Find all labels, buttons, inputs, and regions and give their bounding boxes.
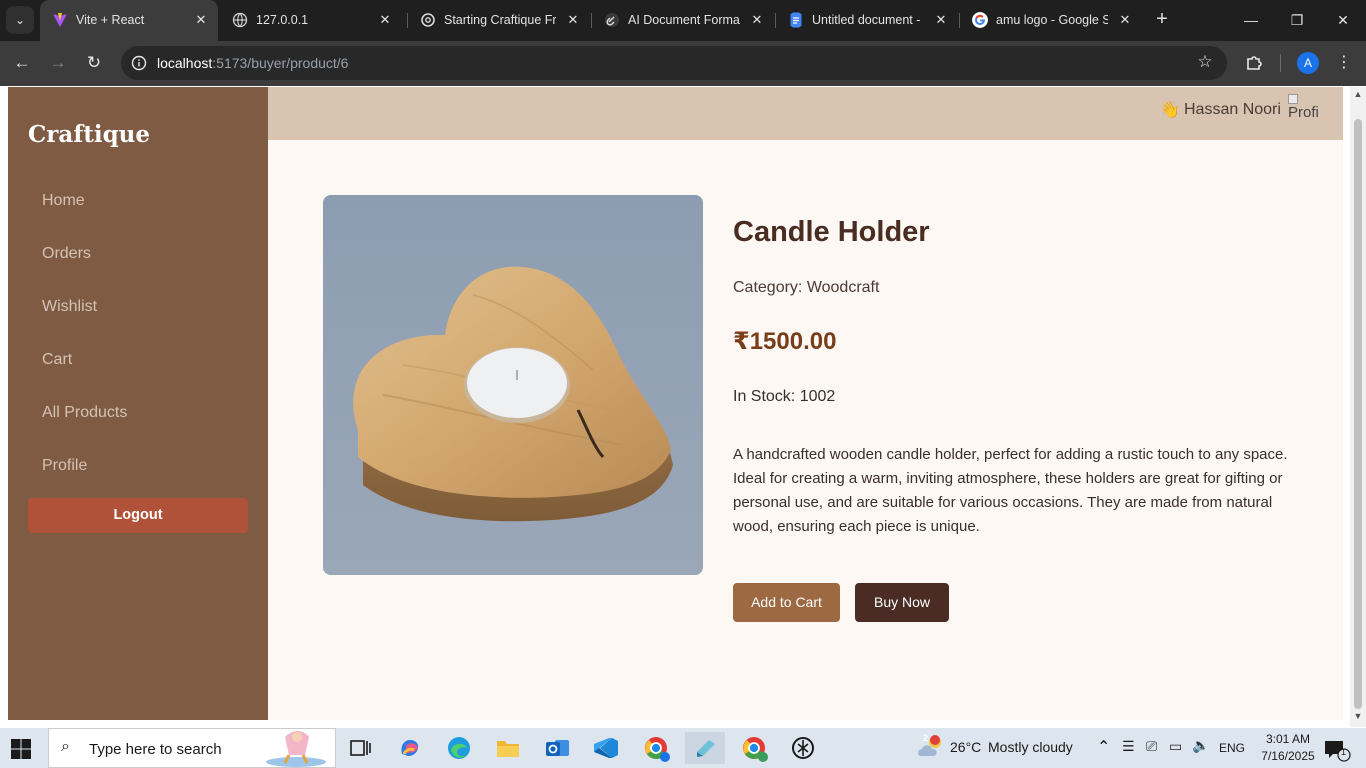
browser-tab-google-search[interactable]: amu logo - Google Se ✕	[960, 0, 1142, 41]
page-viewport: Craftique Home Orders Wishlist Cart All …	[8, 87, 1343, 720]
profile-avatar[interactable]: Profi	[1288, 93, 1328, 131]
volume-icon[interactable]: 🔈	[1192, 737, 1209, 754]
copilot-icon[interactable]	[390, 732, 430, 764]
file-explorer-icon[interactable]	[488, 732, 528, 764]
browser-profile-avatar[interactable]: A	[1297, 52, 1319, 74]
back-arrow-icon[interactable]: ←	[10, 51, 34, 75]
weather-badge: 2	[923, 733, 929, 743]
close-tab-icon[interactable]: ✕	[376, 11, 394, 29]
taskbar-search-placeholder: Type here to search	[89, 741, 222, 758]
browser-tab-strip: ⌄ Vite + React ✕ 127.0.0.1 ✕ Starting Cr…	[0, 0, 1366, 41]
tab-search-button[interactable]: ⌄	[6, 6, 34, 34]
scroll-up-arrow-icon[interactable]: ▲	[1350, 89, 1366, 103]
product-description: A handcrafted wooden candle holder, perf…	[733, 446, 1288, 535]
toolbar-divider	[1280, 54, 1281, 72]
search-icon: ⌕	[61, 738, 70, 755]
browser-tab-ai-document[interactable]: AI Document Formatt ✕	[592, 0, 774, 41]
search-highlight-doodle-icon	[266, 731, 326, 767]
notification-count: 1	[1341, 747, 1347, 757]
close-tab-icon[interactable]: ✕	[564, 11, 582, 29]
buy-now-button[interactable]: Buy Now	[855, 583, 949, 622]
top-bar: 👋 Hassan Noori Profi	[268, 87, 1343, 140]
sidebar-item-cart[interactable]: Cart	[42, 351, 72, 369]
chrome-profile-a-icon[interactable]	[636, 732, 676, 764]
product-image	[323, 195, 703, 575]
meet-now-icon[interactable]: ⎚	[1146, 738, 1157, 755]
battery-icon[interactable]: ▭	[1169, 738, 1182, 755]
restore-window-icon[interactable]: ❐	[1282, 8, 1312, 32]
bookmark-star-icon[interactable]: ☆	[1195, 52, 1215, 72]
page-left-gutter	[0, 87, 8, 720]
chatgpt-icon	[421, 13, 435, 27]
clock-time: 3:01 AM	[1265, 732, 1311, 746]
candle-holder-photo	[323, 195, 703, 575]
weather-condition[interactable]: Mostly cloudy	[988, 739, 1073, 755]
sidebar: Craftique Home Orders Wishlist Cart All …	[8, 87, 268, 720]
user-name: Hassan Noori	[1184, 101, 1281, 118]
show-hidden-icons-chevron-icon[interactable]: ⌃	[1097, 737, 1110, 757]
weather-temperature[interactable]: 26°C	[950, 739, 981, 755]
minimize-window-icon[interactable]: —	[1236, 8, 1266, 32]
product-title: Candle Holder	[733, 216, 930, 248]
address-url: localhost:5173/buyer/product/6	[157, 55, 349, 71]
close-tab-icon[interactable]: ✕	[192, 11, 210, 29]
logout-button[interactable]: Logout	[28, 498, 248, 533]
new-tab-button[interactable]: +	[1150, 8, 1174, 32]
browser-tab-craftique-chat[interactable]: Starting Craftique Fre ✕	[408, 0, 590, 41]
taskbar-search-box[interactable]: ⌕ Type here to search	[48, 728, 336, 768]
system-clock[interactable]: 3:01 AM 7/16/2025	[1256, 731, 1320, 765]
waving-hand-icon: 👋	[1160, 102, 1180, 119]
input-language[interactable]: ENG	[1219, 741, 1245, 755]
browser-toolbar: ← → ↻ localhost:5173/buyer/product/6 ☆ ⋮	[0, 41, 1366, 86]
outlook-icon[interactable]	[537, 732, 577, 764]
forward-arrow-icon[interactable]: →	[46, 51, 70, 75]
sidebar-item-profile[interactable]: Profile	[42, 457, 87, 475]
page-scrollbar[interactable]: ▲ ▼	[1350, 87, 1366, 727]
notifications-icon[interactable]	[1318, 732, 1354, 764]
vscode-icon[interactable]	[586, 732, 626, 764]
brand-logo-text[interactable]: Craftique	[28, 121, 150, 148]
broken-image-icon	[1288, 94, 1298, 104]
chatgpt-app-icon[interactable]	[783, 732, 823, 764]
sidebar-item-all-products[interactable]: All Products	[42, 404, 127, 422]
browser-tab-localhost-ip[interactable]: 127.0.0.1 ✕	[220, 0, 402, 41]
site-info-icon[interactable]	[131, 55, 147, 71]
product-category: Category: Woodcraft	[733, 279, 880, 296]
chrome-profile-c-icon[interactable]	[734, 732, 774, 764]
edge-browser-icon[interactable]	[439, 732, 479, 764]
notepad-app-icon[interactable]	[685, 732, 725, 764]
product-stock: In Stock: 1002	[733, 388, 836, 405]
scroll-down-arrow-icon[interactable]: ▼	[1350, 711, 1366, 725]
browser-tab-untitled-document[interactable]: Untitled document - ✕	[776, 0, 958, 41]
windows-taskbar: ⌕ Type here to search 2 26°C Mostly clou…	[0, 728, 1366, 768]
windows-start-icon[interactable]	[10, 738, 32, 760]
close-tab-icon[interactable]: ✕	[1116, 11, 1134, 29]
add-to-cart-button[interactable]: Add to Cart	[733, 583, 840, 622]
scrollbar-thumb[interactable]	[1354, 119, 1362, 709]
docs-icon	[790, 12, 802, 28]
globe-icon	[232, 12, 248, 28]
link-icon	[605, 13, 619, 27]
product-price: ₹1500.00	[733, 328, 837, 355]
clock-date: 7/16/2025	[1261, 749, 1315, 763]
weather-cloud-icon	[918, 735, 941, 756]
sidebar-item-home[interactable]: Home	[42, 192, 85, 210]
sidebar-item-orders[interactable]: Orders	[42, 245, 91, 263]
extensions-icon[interactable]	[1242, 51, 1266, 75]
browser-tab-vite-react[interactable]: Vite + React ✕	[40, 0, 218, 41]
address-bar[interactable]: localhost:5173/buyer/product/6 ☆	[121, 46, 1227, 80]
close-tab-icon[interactable]: ✕	[748, 11, 766, 29]
network-icon[interactable]: ☰	[1122, 738, 1135, 755]
task-view-icon[interactable]	[340, 732, 380, 764]
reload-icon[interactable]: ↻	[82, 51, 106, 75]
close-window-icon[interactable]: ✕	[1328, 8, 1358, 32]
google-icon	[972, 12, 988, 28]
profile-image-alt-text: Profi	[1288, 104, 1319, 121]
vite-icon	[53, 13, 67, 27]
browser-menu-icon[interactable]: ⋮	[1332, 51, 1356, 75]
close-tab-icon[interactable]: ✕	[932, 11, 950, 29]
sidebar-item-wishlist[interactable]: Wishlist	[42, 298, 97, 316]
